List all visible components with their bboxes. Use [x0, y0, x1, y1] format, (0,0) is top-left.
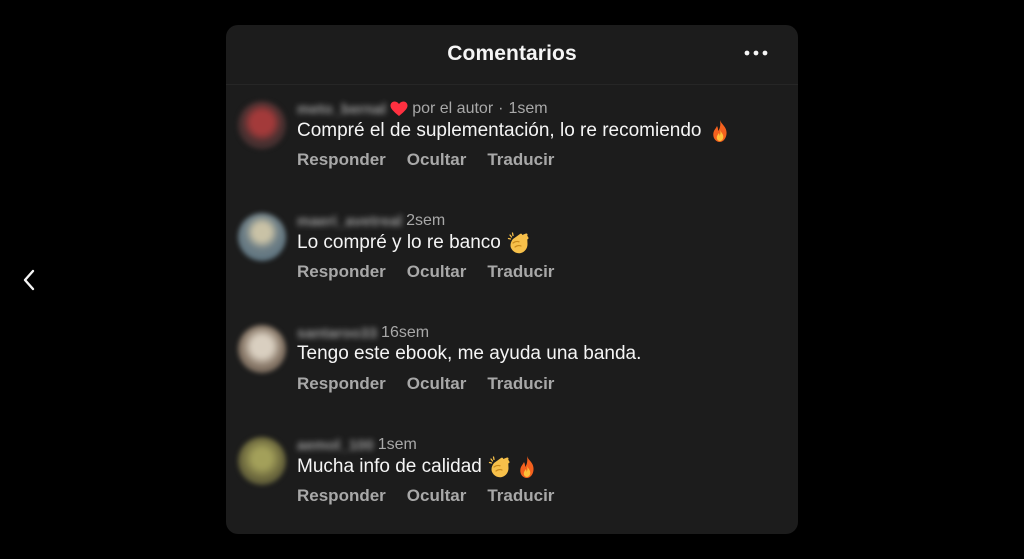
username[interactable]: maeri_avetreal — [297, 213, 402, 230]
reply-button[interactable]: Responder — [297, 374, 386, 394]
comment-actions: Responder Ocultar Traducir — [297, 150, 554, 170]
comment-text: Compré el de suplementación, lo re recom… — [297, 120, 702, 141]
username[interactable]: santaroo33 — [297, 325, 377, 342]
comment-time: 1sem — [508, 100, 548, 117]
clapping-hands-emoji-icon — [507, 231, 531, 255]
more-horizontal-icon[interactable] — [743, 43, 769, 63]
username[interactable]: meto_bernal — [297, 101, 386, 118]
hide-button[interactable]: Ocultar — [407, 262, 467, 282]
hide-button[interactable]: Ocultar — [407, 486, 467, 506]
reply-button[interactable]: Responder — [297, 486, 386, 506]
hide-button[interactable]: Ocultar — [407, 374, 467, 394]
comment-time: 1sem — [377, 436, 417, 453]
comment-meta: maeri_avetreal 2sem — [297, 210, 445, 232]
translate-button[interactable]: Traducir — [487, 262, 554, 282]
page: Comentarios meto_bernal por el autor · 1… — [0, 0, 1024, 559]
username[interactable]: aemol_100 — [297, 437, 374, 454]
avatar[interactable] — [238, 437, 286, 485]
panel-title: Comentarios — [447, 42, 577, 65]
fire-emoji-icon — [515, 455, 539, 479]
comment-text: Mucha info de calidad — [297, 456, 482, 477]
comment-body: Tengo este ebook, me ayuda una banda. — [297, 343, 641, 365]
comment-item: santaroo33 16sem Tengo este ebook, me ay… — [226, 322, 798, 415]
avatar[interactable] — [238, 101, 286, 149]
comment-time: 2sem — [406, 212, 446, 229]
clapping-hands-emoji-icon — [488, 455, 512, 479]
avatar[interactable] — [238, 325, 286, 373]
comment-body: Lo compré y lo re banco — [297, 231, 531, 255]
heart-icon — [390, 101, 408, 117]
reply-button[interactable]: Responder — [297, 150, 386, 170]
comment-text: Lo compré y lo re banco — [297, 232, 501, 253]
comment-body: Compré el de suplementación, lo re recom… — [297, 119, 732, 143]
comment-time: 16sem — [381, 324, 430, 341]
avatar[interactable] — [238, 213, 286, 261]
comment-body: Mucha info de calidad — [297, 455, 539, 479]
reply-button[interactable]: Responder — [297, 262, 386, 282]
panel-header: Comentarios — [226, 25, 798, 85]
comment-meta: aemol_100 1sem — [297, 434, 417, 456]
comment-item: aemol_100 1sem Mucha info de calidad Res… — [226, 434, 798, 527]
comment-actions: Responder Ocultar Traducir — [297, 262, 554, 282]
translate-button[interactable]: Traducir — [487, 374, 554, 394]
comments-panel: Comentarios meto_bernal por el autor · 1… — [226, 25, 798, 534]
fire-emoji-icon — [708, 119, 732, 143]
comment-item: maeri_avetreal 2sem Lo compré y lo re ba… — [226, 210, 798, 303]
comment-actions: Responder Ocultar Traducir — [297, 486, 554, 506]
comment-item: meto_bernal por el autor · 1sem Compré e… — [226, 98, 798, 191]
translate-button[interactable]: Traducir — [487, 150, 554, 170]
translate-button[interactable]: Traducir — [487, 486, 554, 506]
comment-actions: Responder Ocultar Traducir — [297, 374, 554, 394]
comment-meta: meto_bernal por el autor · 1sem — [297, 98, 548, 120]
comment-meta: santaroo33 16sem — [297, 322, 429, 344]
comment-text: Tengo este ebook, me ayuda una banda. — [297, 343, 642, 364]
meta-separator: · — [498, 100, 504, 117]
author-badge: por el autor — [412, 100, 494, 117]
chevron-left-icon[interactable] — [18, 266, 42, 294]
hide-button[interactable]: Ocultar — [407, 150, 467, 170]
